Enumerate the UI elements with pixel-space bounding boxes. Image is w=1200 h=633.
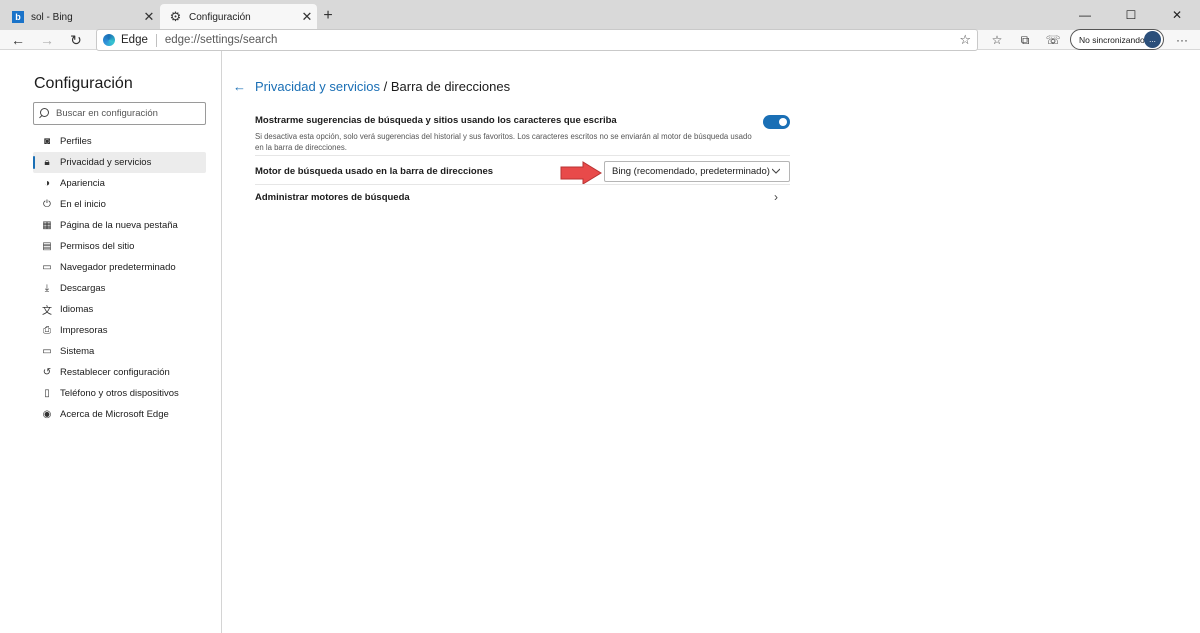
sidebar-item-label: Apariencia xyxy=(60,178,105,189)
sidebar-item-teléfono-y-otros-dispositivos[interactable]: ▯ Teléfono y otros dispositivos xyxy=(33,383,206,404)
address-bar[interactable]: Edge edge://settings/search ☆ xyxy=(96,29,978,51)
search-icon xyxy=(39,108,50,119)
back-button[interactable]: ← xyxy=(8,30,28,50)
toolbar: ← → ↻ Edge edge://settings/search ☆ ☆ ⧉ … xyxy=(0,29,1200,51)
printer-icon: ⎙ xyxy=(43,325,51,336)
site-permissions-icon: ▤ xyxy=(42,241,52,252)
browser-icon: ▭ xyxy=(42,262,52,273)
window-controls: — ☐ ✕ xyxy=(1062,0,1200,30)
sidebar-item-label: Acerca de Microsoft Edge xyxy=(60,409,169,420)
close-window-button[interactable]: ✕ xyxy=(1154,0,1200,30)
minimize-button[interactable]: — xyxy=(1062,0,1108,30)
language-icon: 文 xyxy=(42,306,52,317)
collections-icon[interactable]: ⧉ xyxy=(1015,31,1035,49)
sidebar-item-perfiles[interactable]: ◙ Perfiles xyxy=(33,131,206,152)
profile-icon: ◙ xyxy=(43,136,51,147)
tab-title: Configuración xyxy=(189,11,251,23)
settings-sidebar: Configuración ◙ Perfiles 🔒︎ Privacidad y se… xyxy=(0,51,222,633)
chevron-down-icon xyxy=(772,168,780,174)
sidebar-item-página-de-la-nueva-pestaña[interactable]: ▦ Página de la nueva pestaña xyxy=(33,215,206,236)
chevron-right-icon[interactable]: › xyxy=(774,190,778,204)
maximize-button[interactable]: ☐ xyxy=(1108,0,1154,30)
search-engine-dropdown[interactable]: Bing (recomendado, predeterminado) xyxy=(604,161,790,182)
download-icon: ⤓ xyxy=(44,283,50,294)
sidebar-item-label: Restablecer configuración xyxy=(60,367,170,378)
sidebar-item-label: En el inicio xyxy=(60,199,106,210)
tab-configuracion[interactable]: ⚙ Configuración ✕ xyxy=(160,4,317,30)
sidebar-nav: ◙ Perfiles 🔒︎ Privacidad y servicios ◑ Aparie… xyxy=(33,131,206,425)
laptop-icon: ▭ xyxy=(42,346,52,357)
breadcrumb: Privacidad y servicios / Barra de direcc… xyxy=(255,79,510,94)
refresh-button[interactable]: ↻ xyxy=(66,30,86,50)
page-title: Barra de direcciones xyxy=(390,79,511,94)
main-content: ← Privacidad y servicios / Barra de dire… xyxy=(223,51,1200,633)
forward-button[interactable]: → xyxy=(37,30,57,50)
divider xyxy=(255,155,790,156)
sidebar-item-apariencia[interactable]: ◑ Apariencia xyxy=(33,173,206,194)
search-input[interactable] xyxy=(56,108,196,119)
phone-icon: ▯ xyxy=(44,388,50,399)
sidebar-item-label: Permisos del sitio xyxy=(60,241,135,252)
new-tab-button[interactable]: + xyxy=(318,6,338,26)
grid-icon: ▦ xyxy=(42,220,52,231)
suggestions-setting-description: Si desactiva esta opción, solo verá suge… xyxy=(255,132,752,152)
breadcrumb-parent-link[interactable]: Privacidad y servicios xyxy=(255,79,380,94)
tab-bing[interactable]: b sol - Bing ✕ xyxy=(2,4,159,30)
avatar: ... xyxy=(1144,31,1161,48)
power-icon: ⏻ xyxy=(43,199,51,210)
toggle-knob xyxy=(779,118,787,126)
divider xyxy=(255,184,790,185)
feedback-icon[interactable]: ☏ xyxy=(1043,31,1063,49)
sidebar-item-sistema[interactable]: ▭ Sistema xyxy=(33,341,206,362)
search-engine-selected: Bing (recomendado, predeterminado) xyxy=(612,166,770,177)
sidebar-item-restablecer-configuración[interactable]: ↺ Restablecer configuración xyxy=(33,362,206,383)
bing-icon: b xyxy=(12,11,24,23)
sidebar-item-label: Sistema xyxy=(60,346,95,357)
sidebar-item-privacidad-y-servicios[interactable]: 🔒︎ Privacidad y servicios xyxy=(33,152,206,173)
close-tab-icon[interactable]: ✕ xyxy=(297,9,317,25)
sidebar-item-label: Perfiles xyxy=(60,136,92,147)
sidebar-item-label: Página de la nueva pestaña xyxy=(60,220,178,231)
sidebar-item-impresoras[interactable]: ⎙ Impresoras xyxy=(33,320,206,341)
sidebar-item-label: Teléfono y otros dispositivos xyxy=(60,388,179,399)
search-engine-label: Motor de búsqueda usado en la barra de d… xyxy=(255,166,494,177)
edge-icon xyxy=(103,34,115,46)
sidebar-item-navegador-predeterminado[interactable]: ▭ Navegador predeterminado xyxy=(33,257,206,278)
reset-icon: ↺ xyxy=(42,367,52,378)
lock-icon: 🔒︎ xyxy=(44,157,50,168)
sidebar-item-label: Descargas xyxy=(60,283,106,294)
title-bar: b sol - Bing ✕ ⚙ Configuración ✕ + — ☐ ✕ xyxy=(0,0,1200,30)
address-divider xyxy=(155,33,157,47)
close-tab-icon[interactable]: ✕ xyxy=(139,9,159,25)
sidebar-item-label: Navegador predeterminado xyxy=(60,262,176,273)
favorites-icon[interactable]: ☆ xyxy=(987,31,1007,49)
sidebar-item-label: Privacidad y servicios xyxy=(60,157,152,168)
site-label: Edge xyxy=(121,34,148,46)
gear-icon: ⚙ xyxy=(169,9,182,24)
profile-button[interactable]: No sincronizando ... xyxy=(1070,29,1164,50)
sidebar-item-en-el-inicio[interactable]: ⏻ En el inicio xyxy=(33,194,206,215)
favorite-star-icon[interactable]: ☆ xyxy=(959,32,971,48)
suggestions-setting-title: Mostrarme sugerencias de búsqueda y siti… xyxy=(255,115,617,126)
red-arrow-annotation xyxy=(560,161,602,185)
more-menu-icon[interactable]: ··· xyxy=(1172,31,1192,49)
sidebar-item-idiomas[interactable]: 文 Idiomas xyxy=(33,299,206,320)
edge-icon: ◉ xyxy=(42,409,52,420)
url-text[interactable]: edge://settings/search xyxy=(165,34,278,46)
sidebar-item-label: Impresoras xyxy=(60,325,108,336)
manage-engines-link[interactable]: Administrar motores de búsqueda xyxy=(255,192,410,203)
suggestions-toggle[interactable] xyxy=(763,115,790,129)
palette-icon: ◑ xyxy=(43,178,51,189)
sync-status-label: No sincronizando xyxy=(1079,34,1145,45)
breadcrumb-separator: / xyxy=(380,79,391,94)
back-arrow-icon[interactable]: ← xyxy=(233,79,246,94)
tab-title: sol - Bing xyxy=(31,11,73,23)
sidebar-item-label: Idiomas xyxy=(60,304,94,315)
sidebar-item-permisos-del-sitio[interactable]: ▤ Permisos del sitio xyxy=(33,236,206,257)
sidebar-title: Configuración xyxy=(34,75,133,92)
sidebar-item-acerca-de-microsoft-edge[interactable]: ◉ Acerca de Microsoft Edge xyxy=(33,404,206,425)
sidebar-item-descargas[interactable]: ⤓ Descargas xyxy=(33,278,206,299)
settings-search[interactable] xyxy=(33,102,206,125)
